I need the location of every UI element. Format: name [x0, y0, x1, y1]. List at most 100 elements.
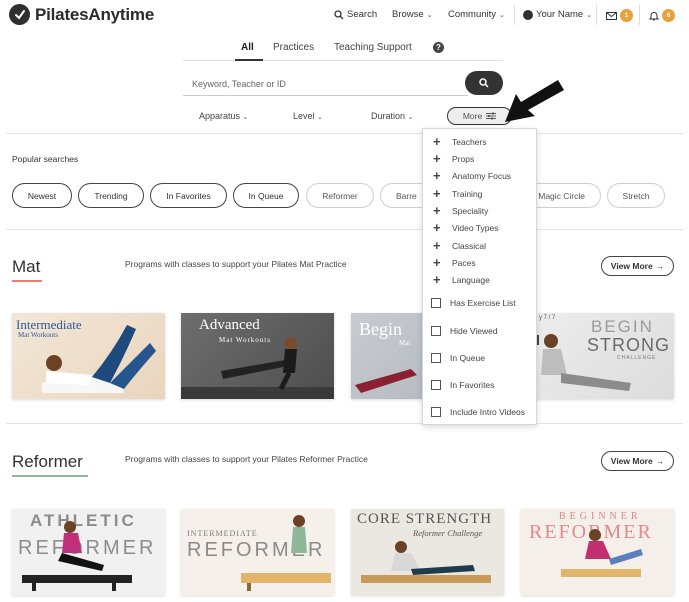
user-menu[interactable]: Your Name ⌄ [523, 9, 592, 20]
chevron-down-icon: ⌄ [426, 11, 433, 19]
search-input[interactable] [183, 72, 468, 96]
top-header: PilatesAnytime Search Browse ⌄ Community… [0, 0, 689, 32]
dropdown-item-anatomy-focus[interactable]: + Anatomy Focus [433, 169, 512, 182]
chip-newest[interactable]: Newest [12, 183, 72, 208]
dropdown-item-label: Speciality [452, 206, 489, 216]
checkbox-label: Hide Viewed [450, 326, 498, 336]
checkbox-in-favorites[interactable]: In Favorites [431, 380, 494, 390]
mat-view-more-button[interactable]: View More → [601, 256, 674, 276]
tab-teaching-support[interactable]: Teaching Support [334, 42, 412, 53]
view-more-label: View More [610, 261, 653, 271]
instructor-photo [561, 529, 643, 577]
level-filter[interactable]: Level ⌄ [293, 111, 323, 121]
dropdown-item-label: Props [452, 154, 475, 164]
checkbox-icon[interactable] [431, 326, 441, 336]
checkbox-icon[interactable] [431, 298, 441, 308]
plus-icon: + [433, 203, 441, 218]
program-card-begin-strong[interactable]: y 7 / 7 BEGIN STRONG CHALLENGE [521, 313, 674, 399]
checkbox-icon[interactable] [431, 353, 441, 363]
tab-practices[interactable]: Practices [273, 42, 314, 53]
program-card-intermediate-mat[interactable]: Intermediate Mat Workouts [12, 313, 165, 399]
user-name-label: Your Name [536, 9, 584, 20]
user-avatar-icon [523, 9, 533, 20]
browse-menu[interactable]: Browse ⌄ [392, 9, 433, 20]
dropdown-item-classical[interactable]: + Classical [433, 238, 487, 253]
chip-in-queue[interactable]: In Queue [233, 183, 299, 208]
apparatus-filter[interactable]: Apparatus ⌄ [199, 111, 248, 121]
logo-text: PilatesAnytime [35, 4, 155, 24]
search-icon [479, 78, 489, 88]
dropdown-item-label: Language [452, 275, 490, 285]
dropdown-item-paces[interactable]: + Paces [433, 255, 476, 270]
dropdown-item-speciality[interactable]: + Speciality [433, 203, 489, 218]
checkbox-has-exercise-list[interactable]: Has Exercise List [431, 298, 516, 308]
instructor-photo [361, 541, 491, 583]
program-card-intermediate-reformer[interactable]: INTERMEDIATE REFORMER [181, 509, 334, 595]
chip-in-favorites[interactable]: In Favorites [150, 183, 227, 208]
mat-title-underline [12, 280, 42, 282]
logo[interactable]: PilatesAnytime [9, 4, 154, 25]
mat-section-divider [6, 423, 683, 424]
more-filters-dropdown: + Teachers + Props + Anatomy Focus + Tra… [422, 128, 537, 425]
checkbox-hide-viewed[interactable]: Hide Viewed [431, 326, 498, 336]
program-card-advanced-mat[interactable]: Advanced Mat Workouts [181, 313, 334, 399]
checkbox-include-intro-videos[interactable]: Include Intro Videos [431, 407, 525, 417]
community-menu[interactable]: Community ⌄ [448, 9, 505, 20]
header-divider [514, 5, 515, 25]
dropdown-item-label: Anatomy Focus [452, 171, 512, 181]
program-card-beginner-reformer[interactable]: BEGINNER REFORMER [521, 509, 674, 595]
chevron-down-icon: ⌄ [407, 114, 414, 121]
header-divider [596, 5, 597, 25]
dropdown-item-training[interactable]: + Training [433, 186, 482, 201]
chip-stretch[interactable]: Stretch [607, 183, 665, 208]
bell-icon [649, 11, 659, 21]
popular-divider [6, 229, 683, 230]
checkbox-label: Has Exercise List [450, 298, 516, 308]
dropdown-item-label: Paces [452, 258, 476, 268]
instructor-photo [22, 521, 132, 591]
notifications-button[interactable]: 6 [649, 9, 675, 22]
reformer-section-description: Programs with classes to support your Pi… [125, 454, 368, 464]
chevron-down-icon: ⌄ [499, 11, 505, 19]
search-submit-button[interactable] [465, 71, 503, 95]
search-nav-label: Search [347, 9, 378, 20]
active-tab-indicator [235, 59, 263, 61]
tab-all[interactable]: All [241, 42, 254, 53]
plus-icon: + [433, 238, 441, 253]
arrow-right-icon: → [655, 261, 665, 271]
dropdown-item-teachers[interactable]: + Teachers [433, 134, 487, 149]
checkbox-in-queue[interactable]: In Queue [431, 353, 485, 363]
chip-reformer[interactable]: Reformer [306, 183, 374, 208]
browse-label: Browse [392, 9, 424, 20]
chevron-down-icon: ⌄ [586, 11, 593, 19]
dropdown-item-language[interactable]: + Language [433, 273, 490, 286]
plus-icon: + [433, 186, 441, 201]
dropdown-item-video-types[interactable]: + Video Types [433, 221, 498, 234]
mail-icon [606, 11, 617, 20]
checkbox-label: Include Intro Videos [450, 407, 525, 417]
search-nav-link[interactable]: Search [334, 9, 377, 20]
plus-icon: + [433, 255, 441, 270]
instructor-photo [42, 325, 156, 393]
help-icon[interactable]: ? [433, 42, 444, 53]
program-card-athletic-reformer[interactable]: ATHLETIC REFORMER [12, 509, 165, 595]
checkbox-icon[interactable] [431, 380, 441, 390]
checkbox-icon[interactable] [431, 407, 441, 417]
reformer-view-more-button[interactable]: View More → [601, 451, 674, 471]
more-filters-label: More [462, 111, 483, 121]
filters-divider [6, 133, 683, 134]
duration-filter[interactable]: Duration ⌄ [371, 111, 413, 121]
program-card-core-strength[interactable]: CORE STRENGTH Reformer Challenge [351, 509, 504, 595]
annotation-arrow-icon [505, 80, 564, 122]
instructor-photo [535, 334, 631, 391]
mail-button[interactable]: 1 [606, 9, 633, 22]
instructor-photo [181, 337, 334, 399]
dropdown-item-label: Classical [452, 241, 487, 251]
arrow-right-icon: → [655, 456, 665, 466]
sliders-icon [486, 112, 497, 120]
chip-trending[interactable]: Trending [78, 183, 144, 208]
plus-icon: + [433, 134, 441, 149]
community-label: Community [448, 9, 497, 20]
dropdown-item-props[interactable]: + Props [433, 152, 475, 165]
view-more-label: View More [610, 456, 653, 466]
